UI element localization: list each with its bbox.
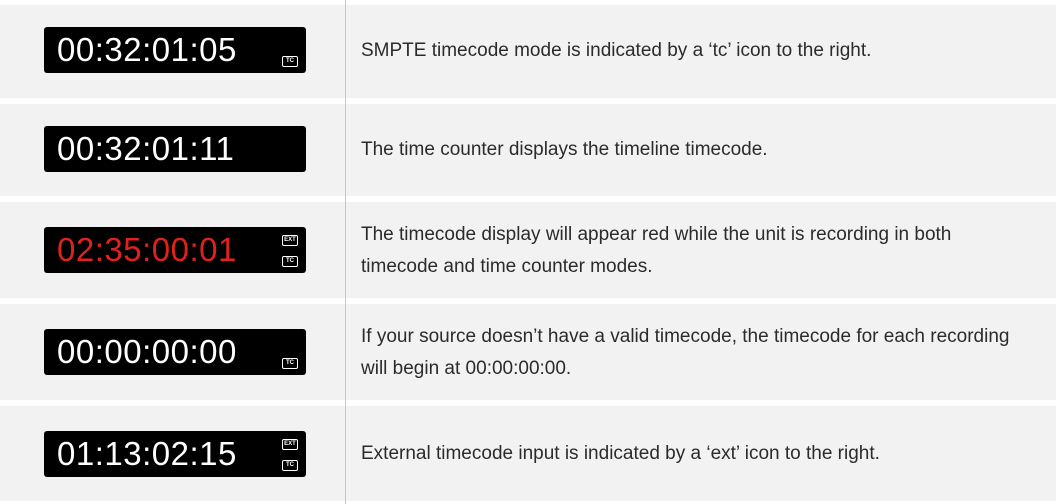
table-row: 00:00:00:00 TC If your source doesn’t ha… [0, 304, 1056, 400]
timecode-display: 02:35:00:01 EXT TC [44, 227, 306, 273]
timecode-table: 00:32:01:05 TC SMPTE timecode mode is in… [0, 0, 1056, 504]
row-description: External timecode input is indicated by … [361, 443, 880, 464]
table-row: 02:35:00:01 EXT TC The timecode display … [0, 202, 1056, 298]
timecode-display: 01:13:02:15 EXT TC [44, 431, 306, 477]
tc-icon: TC [282, 256, 298, 267]
timecode-value: 02:35:00:01 [57, 231, 237, 268]
timecode-display: 00:32:01:11 [44, 126, 306, 172]
tc-icon: TC [282, 460, 298, 471]
tc-icon: TC [282, 358, 298, 369]
timecode-icons: EXT TC [282, 227, 298, 273]
tc-icon: TC [282, 56, 298, 67]
timecode-icons: TC [282, 329, 298, 375]
timecode-icons: TC [282, 27, 298, 73]
timecode-value: 00:32:01:05 [57, 31, 237, 68]
timecode-display: 00:32:01:05 TC [44, 27, 306, 73]
row-description: The time counter displays the timeline t… [361, 139, 768, 160]
table-row: 00:32:01:11 The time counter displays th… [0, 104, 1056, 196]
timecode-value: 00:32:01:11 [57, 130, 235, 167]
row-description: If your source doesn’t have a valid time… [361, 326, 1010, 379]
row-description: The timecode display will appear red whi… [361, 224, 952, 277]
row-description: SMPTE timecode mode is indicated by a ‘t… [361, 40, 872, 61]
timecode-value: 00:00:00:00 [57, 333, 237, 370]
table-row: 01:13:02:15 EXT TC External timecode inp… [0, 406, 1056, 501]
ext-icon: EXT [282, 235, 298, 246]
timecode-display: 00:00:00:00 TC [44, 329, 306, 375]
column-divider [345, 0, 346, 504]
table-row: 00:32:01:05 TC SMPTE timecode mode is in… [0, 5, 1056, 98]
timecode-value: 01:13:02:15 [57, 435, 237, 472]
ext-icon: EXT [282, 439, 298, 450]
timecode-icons: EXT TC [282, 431, 298, 477]
